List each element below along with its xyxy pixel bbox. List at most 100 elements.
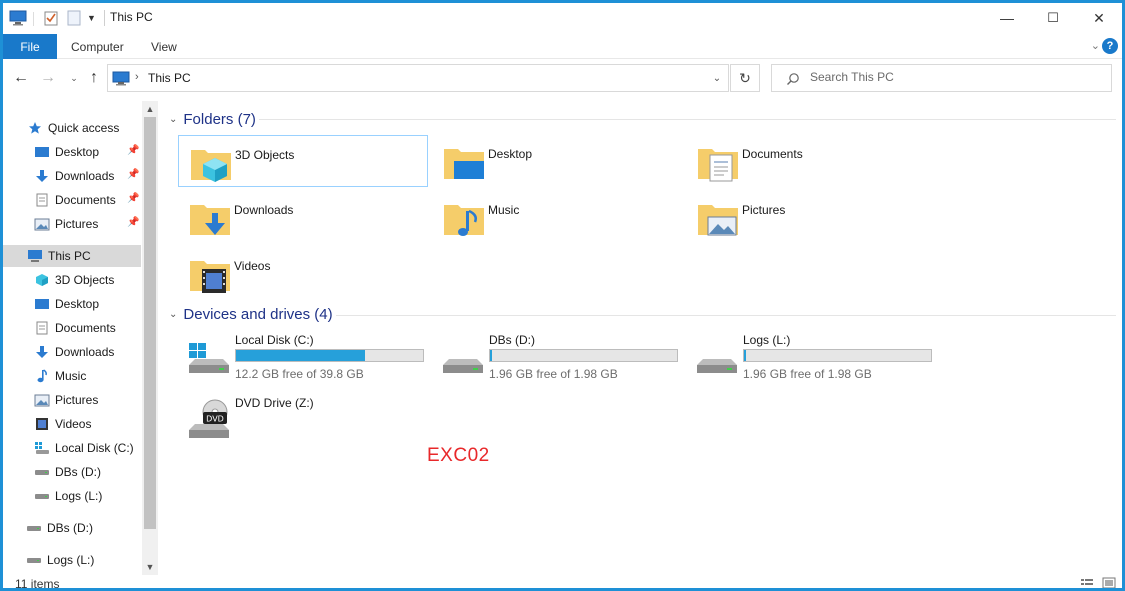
address-bar[interactable]: › This PC ⌄ bbox=[107, 64, 729, 92]
drive-usage-bar bbox=[489, 349, 678, 362]
nav-quick-desktop[interactable]: Desktop 📌 bbox=[3, 141, 141, 163]
nav-pc-pictures[interactable]: Pictures bbox=[3, 389, 141, 411]
search-input[interactable] bbox=[810, 70, 1090, 84]
drive-logs-l[interactable]: Logs (L:) 1.96 GB free of 1.98 GB bbox=[687, 331, 937, 387]
drive-icon bbox=[34, 464, 50, 480]
nav-pc-videos[interactable]: Videos bbox=[3, 413, 141, 435]
properties-icon[interactable] bbox=[43, 9, 59, 27]
drive-label: Logs (L:) bbox=[743, 333, 791, 347]
folder-label: Videos bbox=[234, 259, 271, 273]
windows-drive-icon bbox=[34, 440, 50, 456]
desktop-icon bbox=[34, 296, 50, 312]
watermark-text: EXC02 bbox=[427, 445, 490, 466]
documents-folder-icon bbox=[698, 149, 738, 182]
folders-header-label: Folders (7) bbox=[183, 110, 256, 128]
window-title: This PC bbox=[110, 10, 153, 24]
nav-label: Documents bbox=[55, 321, 116, 335]
nav-pc-downloads[interactable]: Downloads bbox=[3, 341, 141, 363]
up-button[interactable]: ↑ bbox=[83, 67, 105, 89]
videos-folder-icon bbox=[190, 261, 230, 293]
tab-file[interactable]: File bbox=[3, 34, 57, 59]
pin-icon: 📌 bbox=[127, 193, 140, 204]
scroll-up-icon[interactable]: ▲ bbox=[142, 101, 158, 117]
address-dropdown-icon[interactable]: ⌄ bbox=[706, 65, 728, 91]
search-icon bbox=[786, 72, 800, 89]
drive-dvd-z[interactable]: DVD DVD Drive (Z:) bbox=[179, 394, 429, 450]
drives-group-header[interactable]: ⌄ Devices and drives (4) bbox=[169, 303, 333, 325]
drive-usage-fill bbox=[236, 350, 366, 361]
expand-ribbon-icon[interactable]: ⌄ bbox=[1091, 39, 1100, 52]
nav-logs-l[interactable]: Logs (L:) bbox=[3, 549, 141, 571]
nav-pc-3d-objects[interactable]: 3D Objects bbox=[3, 269, 141, 291]
drive-usage-fill bbox=[744, 350, 746, 361]
nav-label: Logs (L:) bbox=[55, 489, 103, 503]
drive-icon bbox=[34, 488, 50, 504]
forward-button[interactable]: → bbox=[37, 67, 59, 89]
nav-pc-logs-l[interactable]: Logs (L:) bbox=[3, 485, 141, 507]
nav-this-pc[interactable]: This PC bbox=[3, 245, 141, 267]
pin-icon: 📌 bbox=[127, 169, 140, 180]
nav-scrollbar[interactable]: ▲ ▼ bbox=[142, 101, 158, 575]
content-pane: ⌄ Folders (7) 3D Objects Desktop Documen… bbox=[163, 101, 1122, 579]
refresh-button[interactable]: ↻ bbox=[730, 64, 760, 92]
scroll-down-icon[interactable]: ▼ bbox=[142, 559, 158, 575]
nav-pc-desktop[interactable]: Desktop bbox=[3, 293, 141, 315]
title-bar: ▼ This PC — ☐ ✕ bbox=[3, 3, 1122, 34]
new-folder-icon[interactable] bbox=[67, 9, 81, 27]
customize-qa-dropdown-icon[interactable]: ▼ bbox=[87, 9, 96, 27]
folders-group-header[interactable]: ⌄ Folders (7) bbox=[169, 108, 256, 130]
drive-local-disk-c[interactable]: Local Disk (C:) 12.2 GB free of 39.8 GB bbox=[179, 331, 429, 387]
dvd-drive-icon: DVD bbox=[189, 399, 229, 438]
folder-pictures[interactable]: Pictures bbox=[686, 191, 936, 243]
folder-videos[interactable]: Videos bbox=[178, 247, 428, 299]
maximize-button[interactable]: ☐ bbox=[1030, 3, 1076, 33]
details-view-icon[interactable] bbox=[1080, 577, 1094, 589]
nav-label: Local Disk (C:) bbox=[55, 441, 134, 455]
this-pc-icon bbox=[112, 71, 130, 89]
music-note-icon bbox=[34, 368, 50, 384]
folder-music[interactable]: Music bbox=[432, 191, 682, 243]
breadcrumb-separator-icon[interactable]: › bbox=[135, 71, 139, 83]
drive-usage-bar bbox=[743, 349, 932, 362]
large-icons-view-icon[interactable] bbox=[1102, 577, 1116, 589]
nav-quick-pictures[interactable]: Pictures 📌 bbox=[3, 213, 141, 235]
minimize-button[interactable]: — bbox=[984, 3, 1030, 33]
folder-documents[interactable]: Documents bbox=[686, 135, 936, 187]
nav-label: Downloads bbox=[55, 345, 115, 359]
drive-usage-fill bbox=[490, 350, 492, 361]
folder-label: Downloads bbox=[234, 203, 294, 217]
nav-dbs-d[interactable]: DBs (D:) bbox=[3, 517, 141, 539]
download-arrow-icon bbox=[34, 168, 50, 184]
collapse-chevron-icon[interactable]: ⌄ bbox=[169, 114, 177, 125]
folder-label: Pictures bbox=[742, 203, 786, 217]
scroll-thumb[interactable] bbox=[144, 117, 156, 529]
folder-downloads[interactable]: Downloads bbox=[178, 191, 428, 243]
folder-desktop[interactable]: Desktop bbox=[432, 135, 682, 187]
tab-view[interactable]: View bbox=[151, 34, 177, 59]
help-button[interactable]: ? bbox=[1102, 38, 1118, 54]
computer-icon[interactable] bbox=[9, 9, 27, 27]
folder-3d-objects[interactable]: 3D Objects bbox=[178, 135, 428, 187]
recent-locations-icon[interactable]: ⌄ bbox=[63, 67, 85, 89]
nav-pc-music[interactable]: Music bbox=[3, 365, 141, 387]
title-separator bbox=[104, 10, 105, 26]
nav-pc-local-disk-c[interactable]: Local Disk (C:) bbox=[3, 437, 141, 459]
nav-pc-dbs-d[interactable]: DBs (D:) bbox=[3, 461, 141, 483]
nav-quick-documents[interactable]: Documents 📌 bbox=[3, 189, 141, 211]
drives-header-label: Devices and drives (4) bbox=[183, 305, 333, 323]
nav-quick-downloads[interactable]: Downloads 📌 bbox=[3, 165, 141, 187]
search-box[interactable] bbox=[771, 64, 1112, 92]
close-button[interactable]: ✕ bbox=[1076, 3, 1122, 33]
cube-icon bbox=[34, 272, 50, 288]
drive-dbs-d[interactable]: DBs (D:) 1.96 GB free of 1.98 GB bbox=[433, 331, 683, 387]
collapse-chevron-icon[interactable]: ⌄ bbox=[169, 309, 177, 320]
nav-pc-documents[interactable]: Documents bbox=[3, 317, 141, 339]
windows-drive-icon bbox=[189, 343, 229, 373]
pictures-icon bbox=[34, 216, 50, 232]
nav-quick-access[interactable]: Quick access bbox=[3, 117, 141, 139]
tab-computer[interactable]: Computer bbox=[71, 34, 124, 59]
breadcrumb-this-pc[interactable]: This PC bbox=[148, 71, 191, 85]
back-button[interactable]: ← bbox=[10, 67, 32, 89]
folder-label: Documents bbox=[742, 147, 803, 161]
nav-label: Desktop bbox=[55, 297, 100, 311]
